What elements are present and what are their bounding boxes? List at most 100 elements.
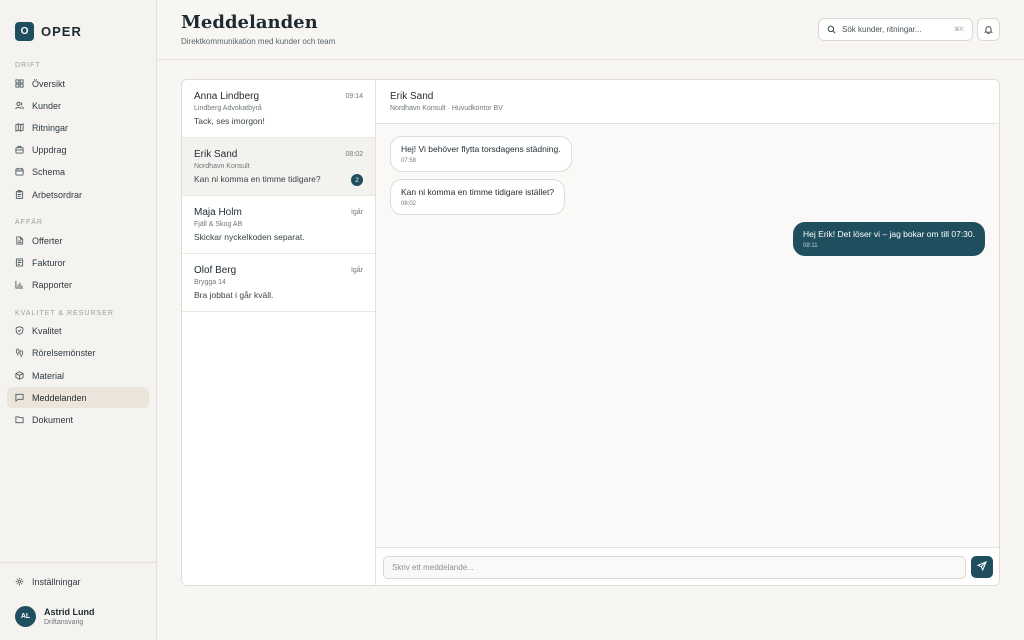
sidebar-item-dokument[interactable]: Dokument <box>7 409 149 430</box>
message-time: 07:58 <box>401 158 417 164</box>
sidebar-item-kvalitet[interactable]: Kvalitet <box>7 320 149 341</box>
brand[interactable]: O OPER <box>15 22 82 41</box>
sidebar-item-label: Kvalitet <box>32 325 62 336</box>
message-outgoing: Hej Erik! Det löser vi – jag bokar om ti… <box>793 222 985 256</box>
conversation-time: Igår <box>350 267 363 274</box>
sidebar-item-material[interactable]: Material <box>7 365 149 386</box>
page-header: Meddelanden Direktkommunikation med kund… <box>157 0 1024 60</box>
chat-header: Erik Sand Nordhavn Konsult · Huvudkontor… <box>376 80 999 124</box>
sidebar-item-arbetsordrar[interactable]: Arbetsordrar <box>7 184 149 205</box>
conversation-company: Lindberg Advokatbyrå <box>194 105 262 112</box>
user-role: Driftansvarig <box>44 619 84 626</box>
message-incoming: Hej! Vi behöver flytta torsdagens städni… <box>390 136 572 172</box>
send-icon <box>976 558 987 576</box>
brand-name: OPER <box>41 24 82 39</box>
conversation-item[interactable]: Maja Holm Fjäll & Skog AB Skickar nyckel… <box>182 196 375 254</box>
message-composer <box>376 547 999 585</box>
footprints-icon <box>15 348 24 357</box>
message-text: Kan ni komma en timme tidigare istället? <box>401 187 555 197</box>
shield-icon <box>15 326 24 335</box>
nav-section-drift: DRIFT <box>15 62 41 69</box>
avatar: AL <box>15 606 36 627</box>
message-incoming: Kan ni komma en timme tidigare istället?… <box>390 179 566 215</box>
sidebar-item-fakturor[interactable]: Fakturor <box>7 252 149 273</box>
conversation-name: Olof Berg <box>194 265 237 276</box>
conversation-company: Nordhavn Konsult <box>194 163 250 170</box>
message-time: 08:02 <box>401 201 417 207</box>
box-icon <box>15 371 24 380</box>
message-text: Hej! Vi behöver flytta torsdagens städni… <box>401 144 561 154</box>
sidebar-item-label: Fakturor <box>32 257 66 268</box>
message-time: 08:11 <box>803 243 818 249</box>
user-profile[interactable]: AL Astrid Lund Driftansvarig <box>15 606 95 627</box>
search-icon <box>827 21 836 39</box>
sidebar-item-label: Ritningar <box>32 122 69 133</box>
document-icon <box>15 236 24 245</box>
sidebar-item-meddelanden[interactable]: Meddelanden <box>7 387 149 408</box>
gear-icon <box>15 577 24 586</box>
search-shortcut: ⌘K <box>953 27 964 33</box>
folder-icon <box>15 415 24 424</box>
sidebar-item-rorelsemonster[interactable]: Rörelsemönster <box>7 342 149 363</box>
chat-contact-name: Erik Sand <box>390 91 434 102</box>
bar-chart-icon <box>15 280 24 289</box>
conversation-item[interactable]: Anna Lindberg Lindberg Advokatbyrå Tack,… <box>182 80 375 138</box>
conversation-preview: Skickar nyckelkoden separat. <box>194 232 305 242</box>
conversation-preview: Bra jobbat i går kväll. <box>194 290 274 300</box>
unread-badge: 2 <box>351 174 363 186</box>
send-button[interactable] <box>971 556 993 578</box>
sidebar-item-label: Översikt <box>32 78 66 89</box>
sidebar-item-label: Schema <box>32 166 66 177</box>
sidebar-item-label: Dokument <box>32 414 74 425</box>
sidebar-item-label: Rörelsemönster <box>32 347 96 358</box>
sidebar-item-offerter[interactable]: Offerter <box>7 230 149 251</box>
conversation-time: 08:02 <box>345 151 363 158</box>
search-input[interactable] <box>842 25 942 34</box>
conversation-time: Igår <box>350 209 363 216</box>
sidebar-item-label: Arbetsordrar <box>32 189 83 200</box>
sidebar-item-rapporter[interactable]: Rapporter <box>7 274 149 295</box>
search-box[interactable]: ⌘K <box>818 18 973 41</box>
sidebar-item-label: Rapporter <box>32 279 73 290</box>
conversation-company: Brygga 14 <box>194 279 226 286</box>
sidebar-item-label: Kunder <box>32 100 62 111</box>
map-icon <box>15 123 24 132</box>
message-input[interactable] <box>383 556 966 579</box>
sidebar-item-oversikt[interactable]: Översikt <box>7 73 149 94</box>
conversation-preview: Tack, ses imorgon! <box>194 116 265 126</box>
conversation-name: Maja Holm <box>194 207 242 218</box>
message-icon <box>15 393 24 402</box>
conversation-preview: Kan ni komma en timme tidigare? <box>194 174 321 184</box>
page-title: Meddelanden <box>181 12 318 33</box>
nav-section-kvalitet: KVALITET & RESURSER <box>15 310 114 317</box>
receipt-icon <box>15 258 24 267</box>
briefcase-icon <box>15 145 24 154</box>
chat-view: Erik Sand Nordhavn Konsult · Huvudkontor… <box>376 80 999 585</box>
conversation-company: Fjäll & Skog AB <box>194 221 243 228</box>
sidebar-item-kunder[interactable]: Kunder <box>7 95 149 116</box>
sidebar-item-uppdrag[interactable]: Uppdrag <box>7 139 149 160</box>
sidebar: O OPER DRIFT Översikt Kunder Ritningar U… <box>0 0 157 640</box>
chat-contact-subtitle: Nordhavn Konsult · Huvudkontor BV <box>390 105 503 112</box>
grid-icon <box>15 79 24 88</box>
sidebar-item-label: Offerter <box>32 235 63 246</box>
notifications-button[interactable] <box>977 18 1000 41</box>
conversation-list: Anna Lindberg Lindberg Advokatbyrå Tack,… <box>182 80 376 585</box>
user-name: Astrid Lund <box>44 607 95 617</box>
sidebar-item-schema[interactable]: Schema <box>7 161 149 182</box>
conversation-time: 09:14 <box>345 93 363 100</box>
sidebar-item-installningar[interactable]: Inställningar <box>7 571 149 592</box>
conversation-item[interactable]: Erik Sand Nordhavn Konsult Kan ni komma … <box>182 138 375 196</box>
sidebar-item-label: Meddelanden <box>32 392 87 403</box>
page-subtitle: Direktkommunikation med kunder och team <box>181 37 336 46</box>
sidebar-item-label: Material <box>32 370 65 381</box>
sidebar-item-label: Uppdrag <box>32 144 67 155</box>
users-icon <box>15 101 24 110</box>
sidebar-item-ritningar[interactable]: Ritningar <box>7 117 149 138</box>
conversation-item[interactable]: Olof Berg Brygga 14 Bra jobbat i går kvä… <box>182 254 375 312</box>
conversation-name: Anna Lindberg <box>194 91 260 102</box>
brand-logo: O <box>15 22 34 41</box>
nav-section-affar: AFFÄR <box>15 219 43 226</box>
calendar-icon <box>15 167 24 176</box>
bell-icon <box>984 21 993 39</box>
